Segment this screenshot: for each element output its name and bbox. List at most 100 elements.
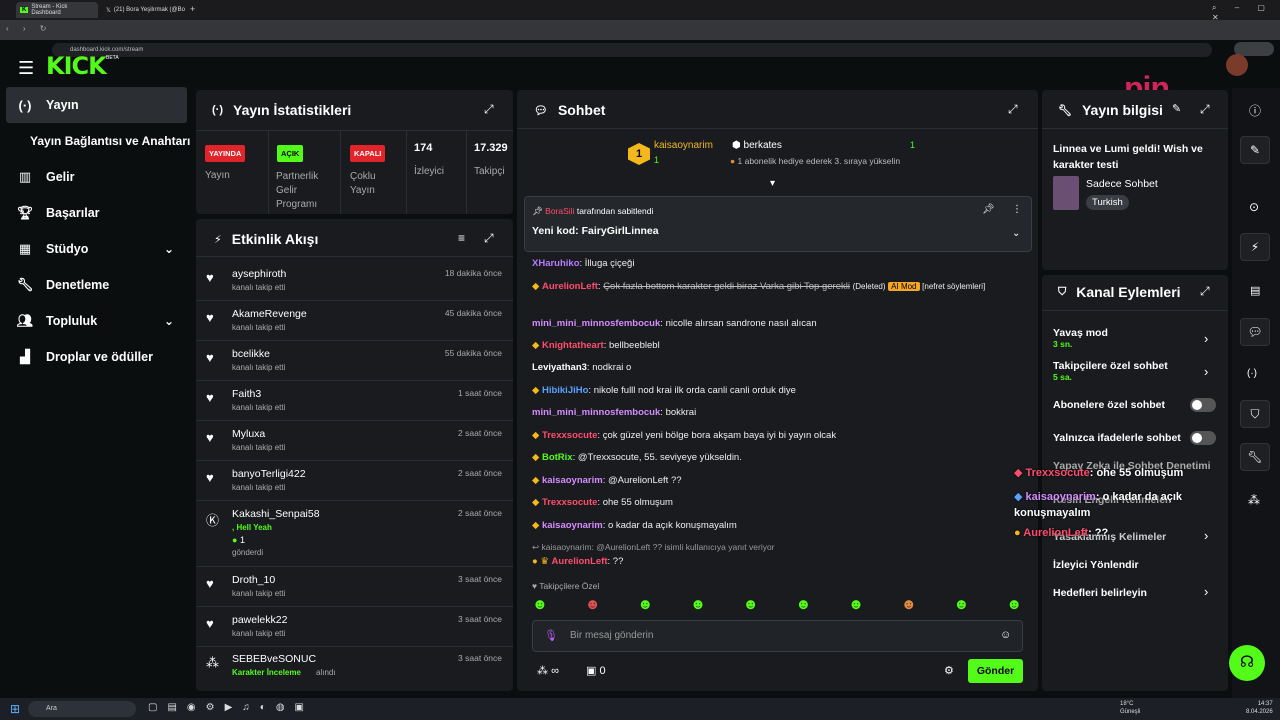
url-field[interactable]: dashboard.kick.com/stream: [52, 43, 1212, 57]
chat-username[interactable]: Trexxsocute: [542, 497, 597, 508]
sidebar-item-droplar[interactable]: ▟ Droplar ve ödüller: [6, 340, 186, 374]
unpin-icon[interactable]: 📌︎: [982, 204, 995, 215]
category-thumbnail[interactable]: [1053, 176, 1079, 210]
chat-username[interactable]: Leviyathan3: [532, 362, 587, 373]
windows-start-icon[interactable]: ⊞: [10, 702, 20, 716]
emote-icon[interactable]: ☻: [901, 596, 917, 618]
info-icon[interactable]: ⓘ: [1249, 102, 1261, 119]
sidebar-item-gelir[interactable]: ▥ Gelir: [6, 160, 186, 194]
emote-icon[interactable]: ☻: [743, 596, 759, 618]
edit-icon[interactable]: ✎: [1172, 102, 1181, 115]
bolt-icon[interactable]: ⚡︎: [1240, 233, 1270, 261]
menu-icon[interactable]: ☰: [18, 58, 34, 79]
sidebar-item-basarilar[interactable]: 🏆︎ Başarılar: [6, 196, 186, 230]
feed-username[interactable]: banyoTerligi422: [232, 468, 306, 480]
feed-username[interactable]: Myluxa: [232, 428, 265, 440]
settings-icon[interactable]: ⚙︎: [944, 664, 954, 677]
gift-leader-name[interactable]: kaisaoynarim: [654, 140, 713, 151]
chat-username[interactable]: Trexxsocute: [542, 430, 597, 441]
collapse-icon[interactable]: ▾: [770, 178, 775, 189]
tab-x[interactable]: 𝕏 (21) Bora Yeşilırmak (@Bo: [102, 2, 186, 18]
feed-item[interactable]: ♥ aysephiroth kanalı takip etti 18 dakik…: [206, 268, 506, 308]
tab-kick-dashboard[interactable]: K Stream - Kick Dashboard: [16, 2, 98, 18]
category-name[interactable]: Sadece Sohbet: [1086, 178, 1158, 190]
feed-item[interactable]: ♥ bcelikke kanalı takip etti 55 dakika ö…: [206, 348, 506, 388]
chat-username[interactable]: HibikiJiHo: [542, 385, 588, 396]
shield-icon[interactable]: ⛉: [1240, 400, 1270, 428]
chat-username[interactable]: kaisaoynarim: [542, 520, 603, 531]
emote-icon[interactable]: ☻: [637, 596, 653, 618]
kick-logo[interactable]: KICK: [46, 52, 107, 80]
emote-icon[interactable]: ☻: [532, 596, 548, 618]
feed-username[interactable]: SEBEBveSONUC: [232, 653, 316, 665]
feed-username[interactable]: Faith3: [232, 388, 261, 400]
pin-author[interactable]: BoraSili: [545, 206, 574, 216]
emote-icon[interactable]: ☻: [1006, 596, 1022, 618]
sidebar-item-yayin[interactable]: (·) Yayın: [6, 88, 186, 122]
document-icon[interactable]: ▤: [1250, 284, 1260, 297]
weather-widget[interactable]: 18°C Güneşli: [1120, 700, 1140, 716]
chevron-down-icon[interactable]: ⌄: [1012, 228, 1020, 239]
emote-icon[interactable]: ☻: [690, 596, 706, 618]
new-tab-icon[interactable]: +: [190, 4, 195, 14]
feed-item[interactable]: ♥ pawelekk22 kanalı takip etti 3 saat ön…: [206, 614, 506, 654]
popout-icon[interactable]: ⤢: [1200, 102, 1210, 117]
chat-username[interactable]: AurelionLeft: [552, 556, 608, 567]
feed-username[interactable]: AkameRevenge: [232, 308, 307, 320]
sidebar-item-denetleme[interactable]: 🔧︎ Denetleme: [6, 268, 186, 302]
chevron-right-icon[interactable]: ›: [1204, 364, 1208, 379]
more-icon[interactable]: ⋮: [1012, 204, 1022, 215]
target-icon[interactable]: ⊙: [1249, 200, 1259, 214]
filter-icon[interactable]: ≡: [458, 231, 465, 245]
emotes-only-toggle[interactable]: [1190, 431, 1216, 445]
feed-username[interactable]: aysephiroth: [232, 268, 286, 280]
chat-username[interactable]: mini_mini_minnosfembocuk: [532, 318, 660, 329]
chat-input-placeholder[interactable]: Bir mesaj gönderin: [570, 630, 653, 641]
feed-item[interactable]: ♥ Droth_10 kanalı takip etti 3 saat önce: [206, 574, 506, 614]
popout-icon[interactable]: ⤢: [1200, 284, 1210, 299]
chat-username[interactable]: mini_mini_minnosfembocuk: [532, 407, 660, 418]
chevron-right-icon[interactable]: ›: [1204, 331, 1208, 346]
feed-item[interactable]: ♥ Myluxa kanalı takip etti 2 saat önce: [206, 428, 506, 468]
emoji-icon[interactable]: ☺: [1000, 629, 1011, 641]
taskbar-apps[interactable]: ▢▤◉⚙▶♫◐◍▣: [148, 702, 314, 713]
chat-icon[interactable]: 💬︎: [1240, 318, 1270, 346]
chevron-right-icon[interactable]: ›: [1204, 528, 1208, 543]
feed-item[interactable]: Ⓚ Kakashi_Senpai58 , Hell Yeah 2 saat ön…: [206, 508, 506, 557]
nav-buttons[interactable]: ‹ › ↻: [6, 24, 52, 33]
sidebar-item-stream-key[interactable]: Yayın Bağlantısı ve Anahtarı: [30, 124, 210, 158]
chat-username[interactable]: BotRix: [542, 452, 573, 463]
emote-icon[interactable]: ☻: [795, 596, 811, 618]
taskbar-search[interactable]: Ara: [28, 701, 136, 717]
action-followers-only[interactable]: Takipçilere özel sohbet 5 sa.: [1053, 360, 1221, 382]
chat-username[interactable]: Knightatheart: [542, 340, 604, 351]
popout-icon[interactable]: ⤢: [484, 231, 494, 246]
emote-icon[interactable]: ☻: [848, 596, 864, 618]
feed-item[interactable]: ⁂ SEBEBveSONUC Karakter İnceleme 3 saat …: [206, 653, 506, 693]
wrench-icon[interactable]: 🔧︎: [1240, 443, 1270, 471]
gift-second-name[interactable]: berkates: [744, 140, 782, 151]
send-button[interactable]: Gönder: [968, 659, 1023, 683]
chat-username[interactable]: XHaruhiko: [532, 258, 580, 269]
feed-username[interactable]: Droth_10: [232, 574, 275, 586]
avatar[interactable]: [1226, 54, 1248, 76]
points-icon[interactable]: ⁂: [1248, 493, 1260, 507]
feed-item[interactable]: ♥ banyoTerligi422 kanalı takip etti 2 sa…: [206, 468, 506, 508]
sidebar-item-studyo[interactable]: ▦ Stüdyo ⌄: [6, 232, 186, 266]
emote-icon[interactable]: ☻: [954, 596, 970, 618]
popout-icon[interactable]: ⤢: [1008, 102, 1018, 117]
chat-username[interactable]: kaisaoynarim: [542, 475, 603, 486]
chevron-right-icon[interactable]: ›: [1204, 584, 1208, 599]
sidebar-item-topluluk[interactable]: 👥︎ Topluluk ⌄: [6, 304, 186, 338]
feed-item[interactable]: ♥ Faith3 kanalı takip etti 1 saat önce: [206, 388, 506, 428]
action-goals[interactable]: Hedefleri belirleyin: [1053, 587, 1221, 599]
mic-icon[interactable]: 🎙︎: [544, 629, 558, 642]
broadcast-icon[interactable]: (·): [1247, 368, 1257, 379]
popout-icon[interactable]: ⤢: [484, 102, 494, 117]
feed-username[interactable]: bcelikke: [232, 348, 270, 360]
edit-icon[interactable]: ✎: [1240, 136, 1270, 164]
emote-icon[interactable]: ☻: [585, 596, 601, 618]
action-slow-mode[interactable]: Yavaş mod 3 sn.: [1053, 327, 1221, 349]
action-redirect[interactable]: İzleyici Yönlendir: [1053, 559, 1221, 571]
feed-username[interactable]: pawelekk22: [232, 614, 287, 626]
